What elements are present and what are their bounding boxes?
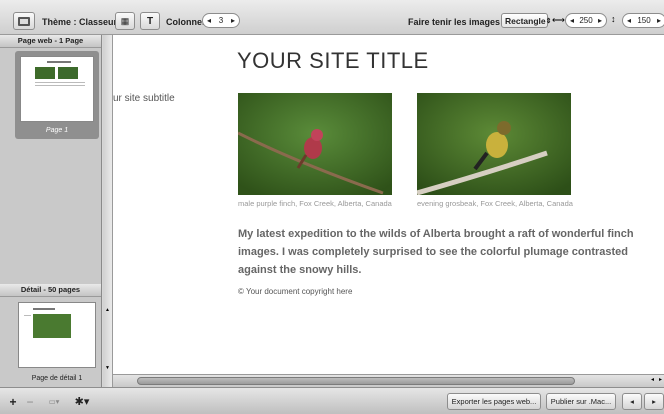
site-title[interactable]: YOUR SITE TITLE — [237, 48, 429, 74]
bottom-bar: + − ▭▾ ✱▾ Exporter les pages web... Publ… — [0, 387, 664, 414]
detail-header: Détail - 50 pages — [0, 284, 101, 297]
photo-purple-finch[interactable] — [238, 93, 392, 195]
height-stepper[interactable]: ◂ 150 ▸ — [622, 13, 664, 28]
arrow-up-icon[interactable]: ▲ — [105, 307, 110, 313]
increment-icon[interactable]: ▸ — [231, 16, 235, 25]
web-page-canvas: YOUR SITE TITLE ur site subtitle male pu… — [113, 35, 664, 374]
view-icon: ▭▾ — [48, 397, 60, 406]
photo-evening-grosbeak[interactable] — [417, 93, 571, 195]
body-text[interactable]: My latest expedition to the wilds of Alb… — [238, 225, 643, 279]
fit-select[interactable]: Rectangle ⇕ — [501, 13, 552, 28]
height-value: 150 — [637, 16, 651, 25]
remove-button[interactable]: − — [22, 393, 38, 410]
increment-icon[interactable]: ▸ — [598, 16, 602, 25]
action-button[interactable]: ✱▾ — [70, 393, 94, 410]
chevron-updown-icon: ⇕ — [545, 17, 552, 25]
plus-icon: + — [9, 394, 17, 409]
minus-icon: − — [26, 394, 34, 409]
copyright[interactable]: © Your document copyright here — [238, 287, 352, 296]
sidebar: Page web - 1 Page Page 1 Détail - 50 pag… — [0, 35, 102, 387]
decrement-icon[interactable]: ◂ — [627, 16, 631, 25]
arrow-down-icon[interactable]: ▼ — [105, 365, 110, 371]
fit-select-value: Rectangle — [505, 15, 546, 26]
image-style-icon: ▦ — [120, 15, 130, 26]
horizontal-scrollbar[interactable]: ◂ ▸ — [113, 374, 664, 387]
text-icon: T — [146, 15, 154, 27]
columns-stepper[interactable]: ◂ 3 ▸ — [202, 13, 240, 28]
text-style-button[interactable]: T — [140, 12, 160, 30]
arrow-left-icon: ◂ — [630, 397, 634, 406]
detail-caption: Page de détail 1 — [31, 375, 83, 382]
increment-icon[interactable]: ▸ — [657, 16, 661, 25]
page-caption: Page 1 — [45, 127, 69, 134]
photo-image — [238, 93, 392, 195]
arrow-right-icon[interactable]: ▸ — [659, 376, 662, 383]
publish-button[interactable]: Publier sur .Mac... — [546, 393, 616, 410]
page-thumbnail-selected[interactable]: Page 1 — [15, 51, 99, 139]
width-icon: ⟷ — [552, 15, 565, 25]
width-value: 250 — [579, 16, 593, 25]
page-thumbnail[interactable] — [20, 56, 94, 122]
web-page-header: Page web - 1 Page — [0, 35, 101, 48]
photo-caption-2[interactable]: evening grosbeak, Fox Creek, Alberta, Ca… — [417, 199, 577, 209]
view-button[interactable]: ▭▾ — [42, 393, 66, 410]
width-stepper[interactable]: ◂ 250 ▸ — [565, 13, 607, 28]
add-button[interactable]: + — [5, 393, 21, 410]
decrement-icon[interactable]: ◂ — [207, 16, 211, 25]
gear-icon: ✱▾ — [74, 396, 90, 408]
site-subtitle[interactable]: ur site subtitle — [113, 93, 175, 104]
image-style-button[interactable]: ▦ — [115, 12, 135, 30]
theme-icon — [18, 16, 30, 26]
columns-value: 3 — [218, 16, 224, 25]
scroll-thumb[interactable] — [137, 377, 575, 385]
toolbar: Thème : Classeur ▦ T Colonnes : ◂ 3 ▸ Fa… — [0, 0, 664, 35]
detail-thumbnail[interactable] — [18, 302, 96, 368]
theme-button[interactable] — [13, 12, 35, 30]
arrow-right-icon: ▸ — [652, 397, 656, 406]
photo-caption-1[interactable]: male purple finch, Fox Creek, Alberta, C… — [238, 199, 398, 209]
theme-label: Thème : Classeur — [42, 17, 118, 27]
decrement-icon[interactable]: ◂ — [570, 16, 574, 25]
height-icon: ↕ — [611, 14, 616, 24]
arrow-left-icon[interactable]: ◂ — [651, 376, 654, 383]
next-button[interactable]: ▸ — [644, 393, 664, 410]
previous-button[interactable]: ◂ — [622, 393, 642, 410]
photo-image — [417, 93, 571, 195]
sidebar-scrollbar[interactable]: ▲ ▼ — [103, 35, 113, 387]
export-button[interactable]: Exporter les pages web... — [447, 393, 541, 410]
